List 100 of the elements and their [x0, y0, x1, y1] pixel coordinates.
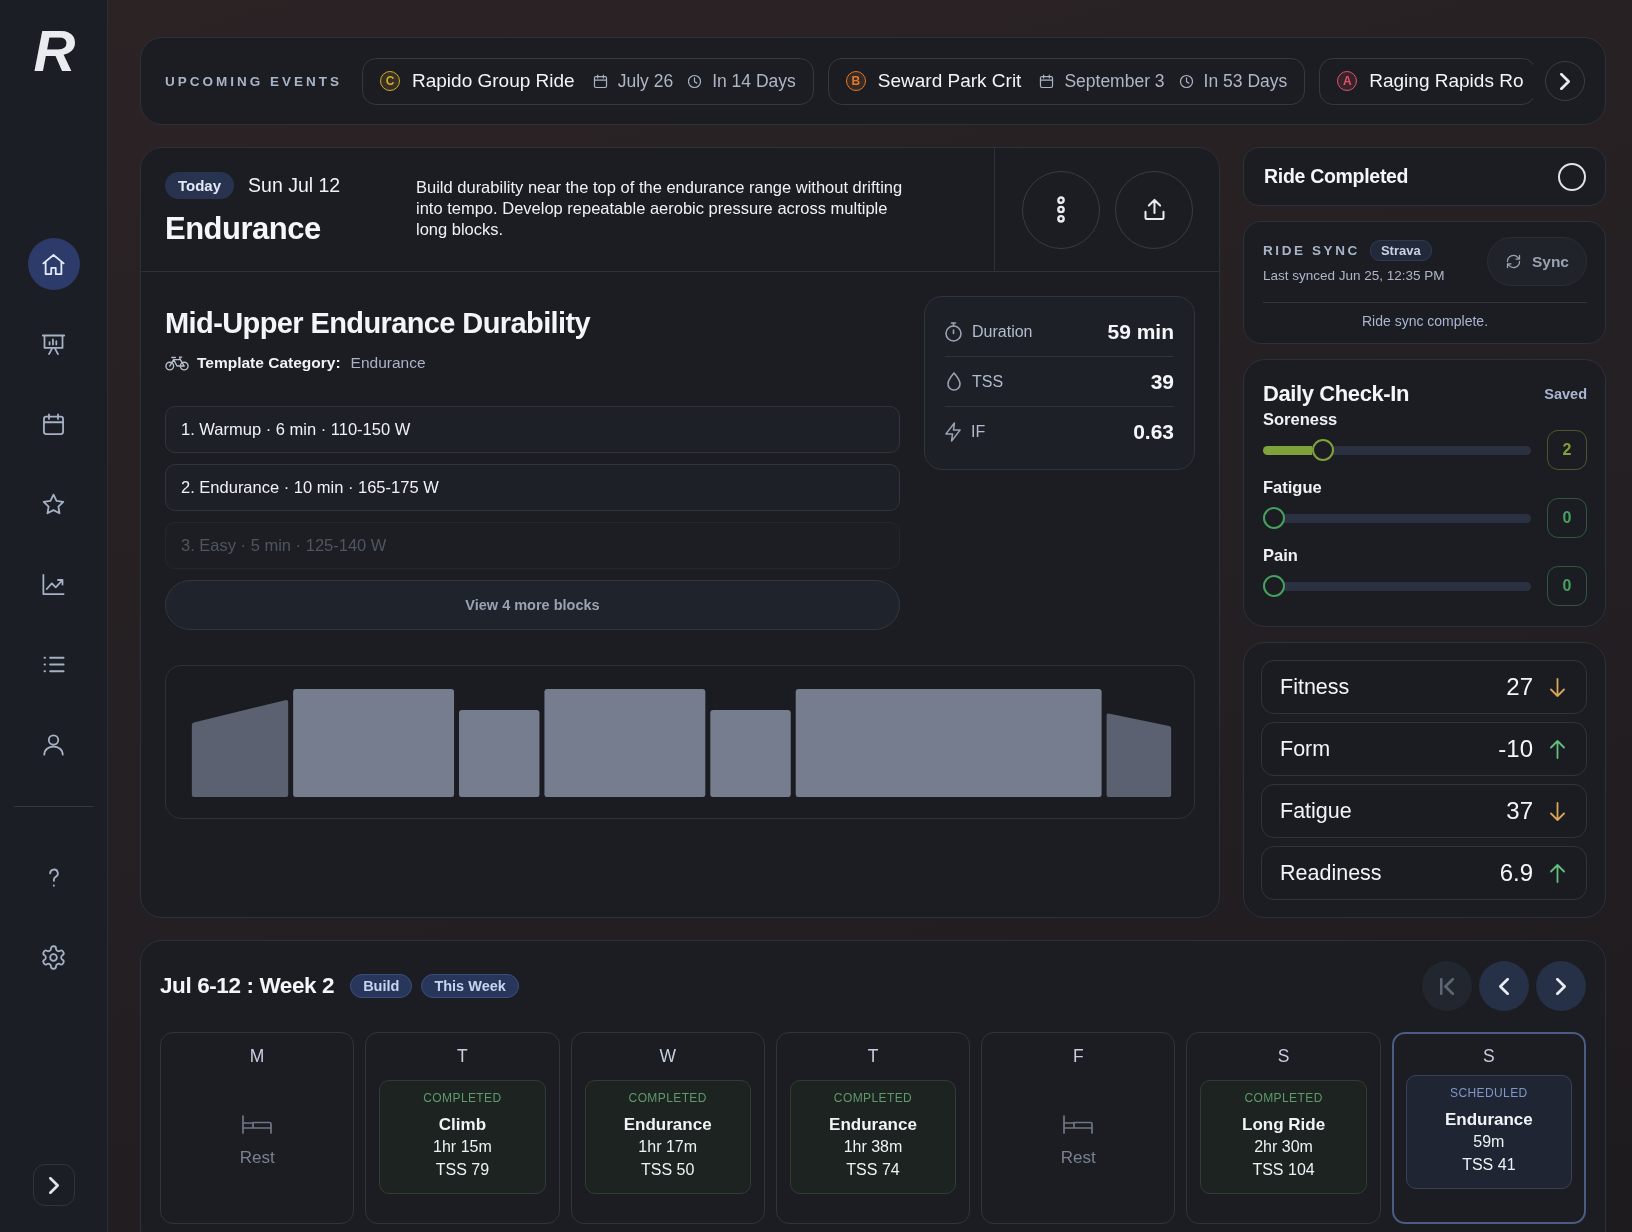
day-letter: S: [1277, 1045, 1290, 1067]
day-card[interactable]: T COMPLETED Endurance 1hr 38m TSS 74: [775, 1032, 971, 1224]
workout-type: Endurance: [165, 210, 322, 248]
category-label: Template Category:: [197, 354, 341, 372]
day-card[interactable]: W COMPLETED Endurance 1hr 17m TSS 50: [570, 1032, 765, 1224]
score-value: 2: [1547, 430, 1587, 470]
event-name: Raging Rapids Ro: [1369, 70, 1524, 92]
view-more-button[interactable]: View 4 more blocks: [165, 580, 900, 630]
help-icon: [48, 867, 59, 887]
rest-label: Rest: [239, 1148, 275, 1168]
bed-icon: [242, 1115, 273, 1134]
settings-icon: [40, 943, 67, 971]
day-letter: F: [1072, 1045, 1084, 1067]
day-letter: T: [457, 1045, 468, 1067]
workout-name: Endurance: [1444, 1109, 1533, 1130]
stat-label: TSS: [972, 372, 1005, 391]
day-card[interactable]: S COMPLETED Long Ride 2hr 30m TSS 104: [1186, 1032, 1381, 1224]
day-card[interactable]: T COMPLETED Climb 1hr 15m TSS 79: [365, 1032, 560, 1224]
saved-status: Saved: [1544, 386, 1587, 402]
event-chip[interactable]: C Rapido Group Ride July 26 In 14 Days: [362, 57, 814, 105]
week-title: Jul 6-12 : Week 2: [160, 973, 335, 999]
refresh-icon: [1504, 253, 1522, 270]
slider-thumb[interactable]: [1263, 575, 1285, 597]
slider-thumb[interactable]: [1263, 507, 1285, 529]
bicycle-icon: [165, 354, 189, 372]
metric-label: Readiness: [1280, 860, 1383, 886]
day-card[interactable]: S SCHEDULED Endurance 59m TSS 41: [1391, 1032, 1586, 1224]
nav-button[interactable]: [27, 238, 80, 290]
chevron-left-icon: [1499, 977, 1509, 995]
day-card[interactable]: F Rest: [981, 1032, 1176, 1224]
bed-icon: [1063, 1115, 1094, 1134]
priority-badge: A: [1337, 71, 1358, 91]
event-name: Seward Park Crit: [877, 70, 1022, 92]
workout-status: COMPLETED: [833, 1090, 913, 1106]
stat-label: IF: [971, 422, 987, 441]
workout-name: Long Ride: [1242, 1114, 1326, 1135]
provider-badge: Strava: [1369, 240, 1432, 261]
workout-duration: 2hr 30m: [1254, 1137, 1313, 1157]
event-chip[interactable]: B Seward Park Crit September 3 In 53 Days: [827, 57, 1306, 105]
clock-icon: [686, 72, 704, 90]
chevron-right-icon: [1560, 72, 1570, 90]
score-value: 0: [1547, 566, 1587, 606]
event-countdown: In 14 Days: [712, 70, 796, 92]
category-value: Endurance: [350, 354, 426, 372]
rest-label: Rest: [1060, 1148, 1096, 1168]
next-week-button[interactable]: [1536, 961, 1586, 1011]
stat-value: 0.63: [1133, 419, 1174, 444]
week-tag: This Week: [421, 974, 519, 998]
workout-date: Sun Jul 12: [248, 174, 341, 197]
sync-status-text: Ride sync complete.: [1360, 313, 1490, 329]
workout-name: Endurance: [623, 1114, 712, 1135]
lightning-icon: [945, 421, 961, 442]
slider-thumb[interactable]: [1312, 439, 1335, 461]
skip-back-icon: [1440, 977, 1454, 995]
priority-badge: C: [380, 71, 400, 91]
slider-label: Pain: [1263, 545, 1299, 565]
event-countdown: In 53 Days: [1203, 70, 1288, 92]
ride-completed-label: Ride Completed: [1264, 165, 1409, 188]
sync-button[interactable]: Sync: [1486, 237, 1587, 286]
priority-badge: B: [845, 71, 866, 91]
stopwatch-icon: [945, 321, 962, 342]
ride-completed-checkbox[interactable]: [1558, 162, 1586, 191]
previous-week-button[interactable]: [1479, 961, 1529, 1011]
workout-tss: TSS 50: [641, 1160, 695, 1180]
metric-value: -10: [1498, 735, 1533, 763]
workout-duration: 1hr 17m: [638, 1137, 698, 1157]
workout-status: COMPLETED: [1244, 1090, 1323, 1106]
check-in-title: Daily Check-In: [1263, 381, 1409, 407]
day-letter: W: [659, 1045, 676, 1067]
score-value: 0: [1547, 498, 1587, 538]
week-tag: Build: [350, 974, 413, 998]
workout-status: COMPLETED: [628, 1090, 707, 1106]
clock-icon: [1177, 72, 1195, 90]
day-card[interactable]: M Rest: [160, 1032, 355, 1224]
workout-tss: TSS 74: [846, 1160, 900, 1180]
slider-label: Fatigue: [1263, 477, 1323, 497]
expand-sidebar-button[interactable]: [32, 1164, 75, 1206]
drop-icon: [946, 372, 961, 391]
stat-label: Duration: [972, 322, 1034, 341]
app-logo[interactable]: R: [33, 24, 74, 78]
workout-block: 3. Easy · 5 min · 125-140 W: [165, 522, 900, 569]
chevron-right-icon: [1556, 977, 1566, 995]
day-letter: T: [867, 1045, 879, 1067]
stat-value: 59 min: [1107, 319, 1174, 344]
workout-duration: 1hr 15m: [433, 1137, 492, 1157]
workout-block: 1. Warmup · 6 min · 110-150 W: [165, 406, 900, 453]
metric-value: 27: [1506, 673, 1533, 701]
section-title: RIDE SYNC: [1263, 243, 1360, 258]
calendar-icon: [1038, 72, 1056, 90]
more-vertical-icon: [1057, 196, 1065, 223]
day-letter: S: [1483, 1045, 1495, 1067]
chevron-right-icon: [48, 1176, 59, 1194]
next-events-button[interactable]: [1545, 61, 1585, 101]
stat-value: 39: [1150, 369, 1174, 394]
workout-tss: TSS 104: [1252, 1160, 1315, 1180]
metric-label: Form: [1280, 736, 1332, 762]
workout-status: SCHEDULED: [1450, 1085, 1528, 1101]
today-badge: Today: [165, 172, 235, 199]
day-letter: M: [249, 1045, 265, 1067]
workout-title: Mid-Upper Endurance Durability: [165, 306, 592, 340]
